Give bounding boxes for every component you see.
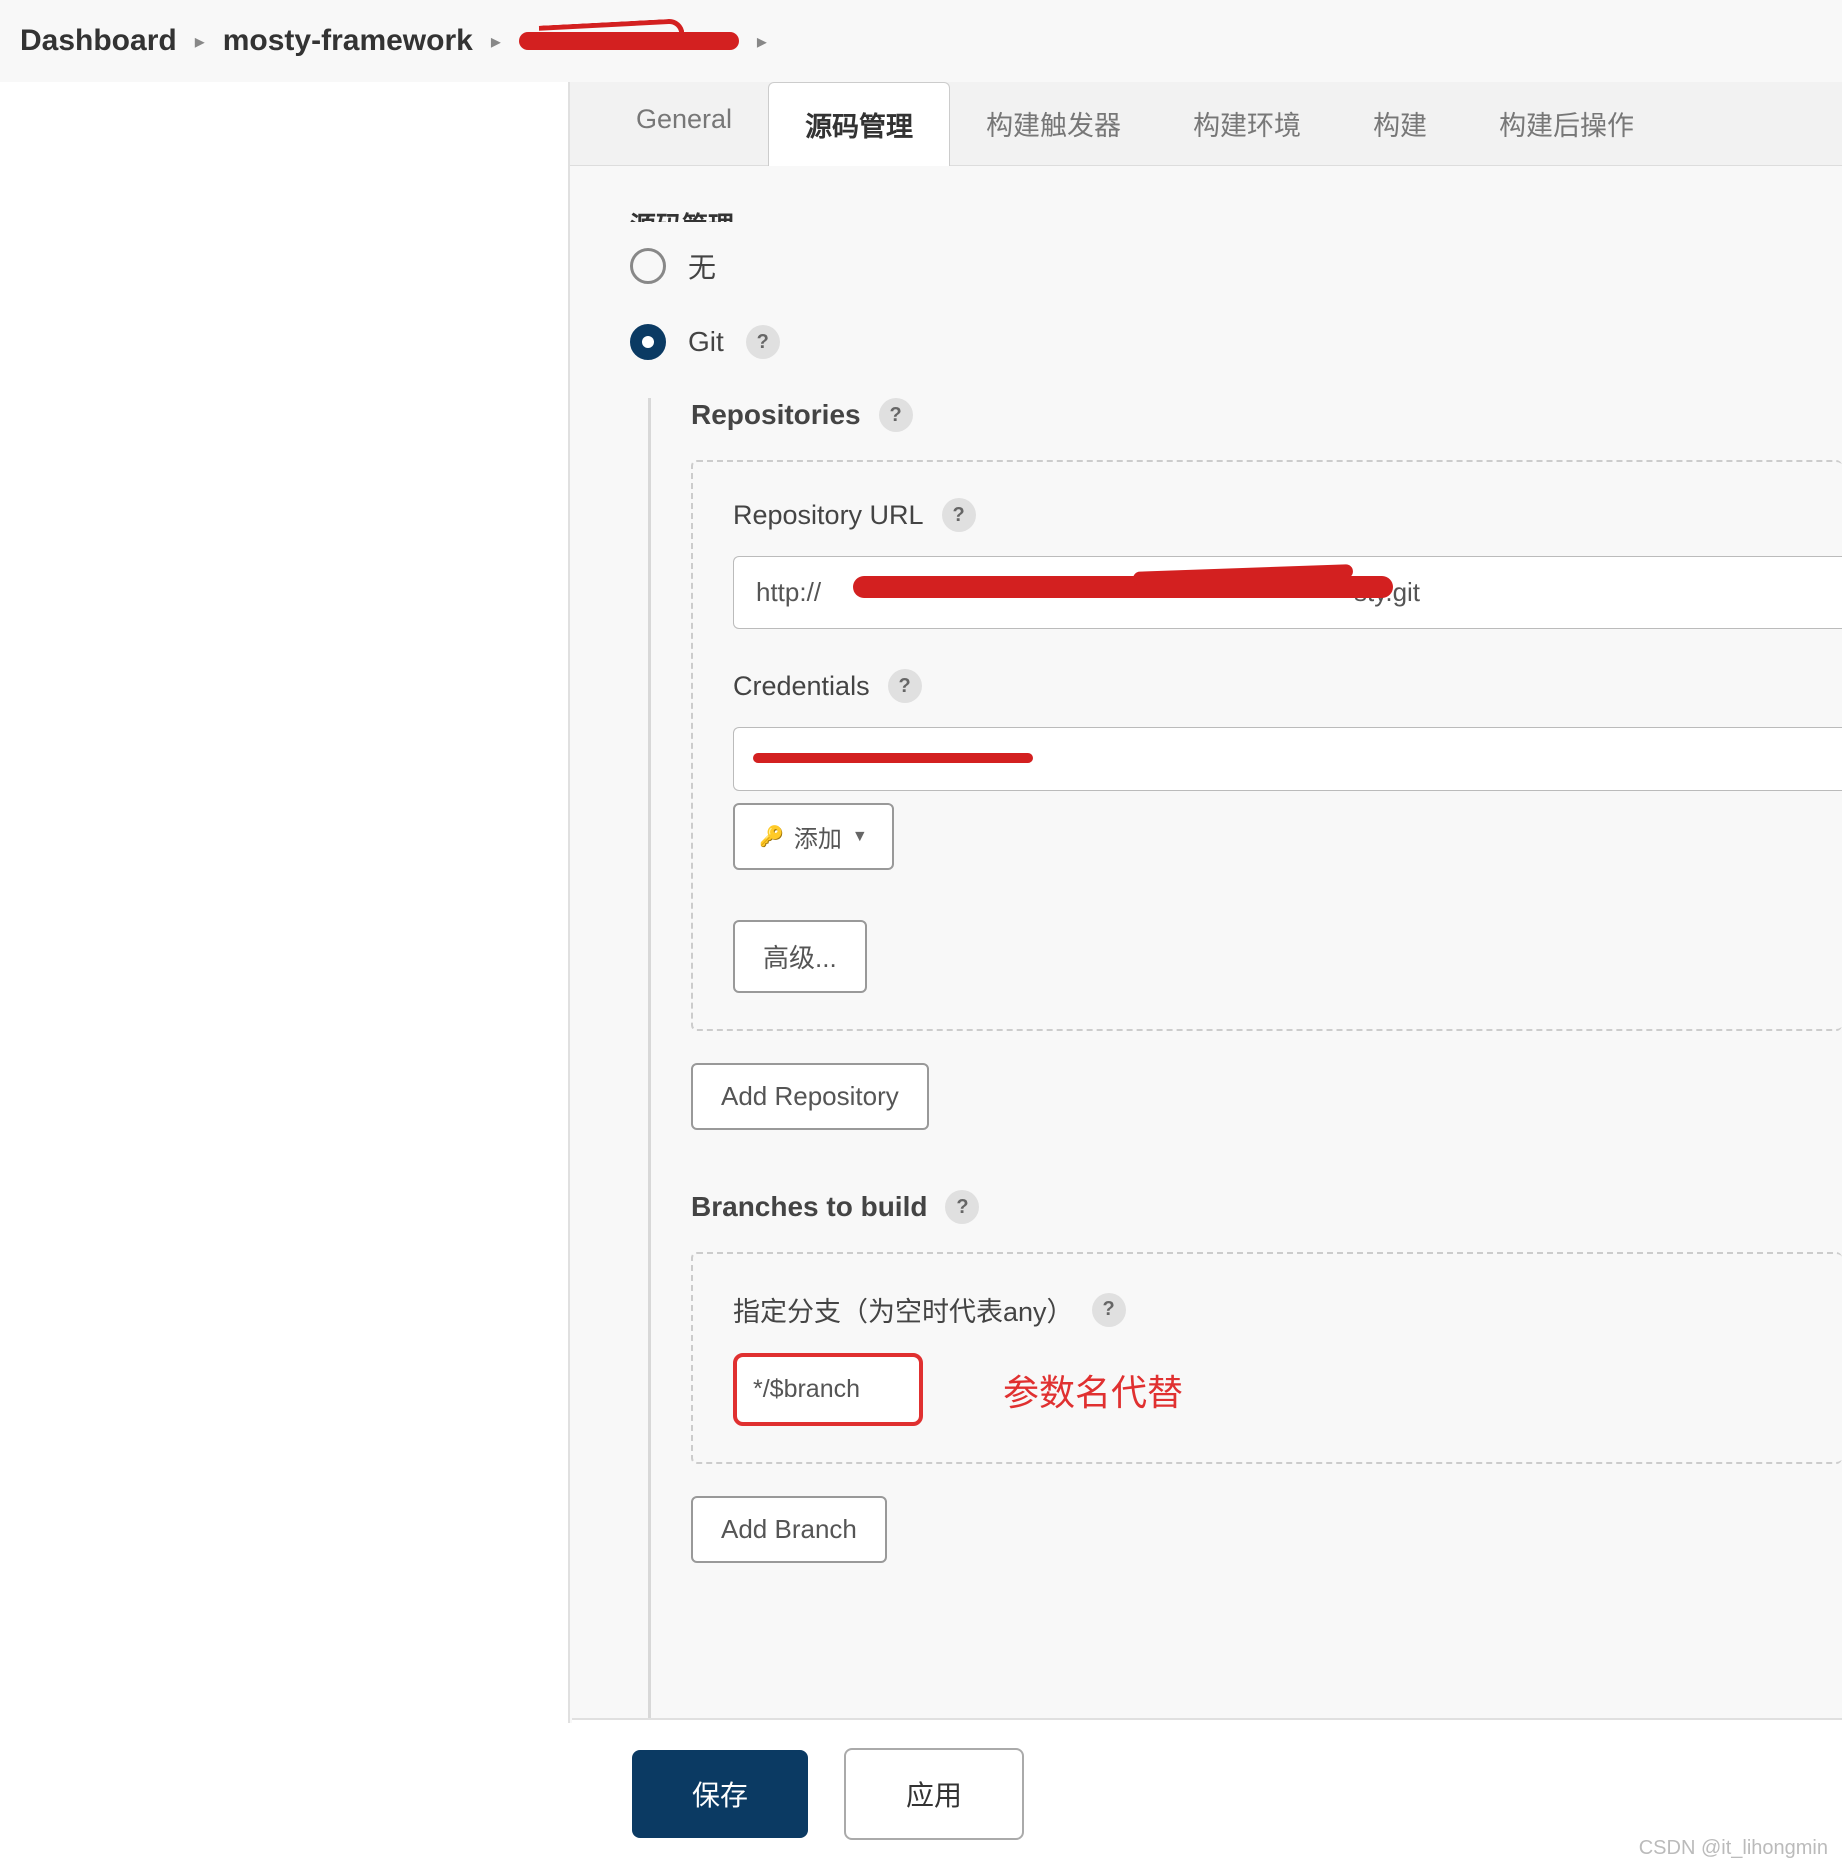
branches-title: Branches to build ? bbox=[691, 1190, 1842, 1224]
save-button[interactable]: 保存 bbox=[632, 1750, 808, 1838]
chevron-right-icon: ▸ bbox=[491, 29, 501, 54]
apply-button[interactable]: 应用 bbox=[844, 1748, 1024, 1840]
tab-general[interactable]: General bbox=[600, 82, 768, 165]
scm-git-label: Git bbox=[688, 326, 724, 358]
breadcrumb: Dashboard ▸ mosty-framework ▸ ▸ bbox=[0, 0, 1842, 82]
sidebar bbox=[0, 82, 570, 1723]
breadcrumb-redacted[interactable] bbox=[519, 26, 739, 56]
chevron-right-icon: ▸ bbox=[757, 29, 767, 54]
redaction-mark bbox=[753, 753, 1033, 763]
annotation-text: 参数名代替 bbox=[1003, 1364, 1183, 1416]
help-icon[interactable]: ? bbox=[1092, 1293, 1126, 1327]
tabs: General 源码管理 构建触发器 构建环境 构建 构建后操作 bbox=[570, 82, 1842, 166]
help-icon[interactable]: ? bbox=[888, 669, 922, 703]
tab-scm[interactable]: 源码管理 bbox=[768, 82, 950, 166]
main-content: General 源码管理 构建触发器 构建环境 构建 构建后操作 源码管理 无 … bbox=[570, 82, 1842, 1723]
section-header-truncated: 源码管理 bbox=[630, 206, 1842, 222]
help-icon[interactable]: ? bbox=[945, 1190, 979, 1224]
help-icon[interactable]: ? bbox=[879, 398, 913, 432]
tab-triggers[interactable]: 构建触发器 bbox=[950, 82, 1157, 165]
caret-down-icon: ▼ bbox=[852, 828, 868, 846]
breadcrumb-dashboard[interactable]: Dashboard bbox=[20, 24, 177, 58]
tab-build[interactable]: 构建 bbox=[1337, 82, 1463, 165]
scm-none-label: 无 bbox=[688, 246, 716, 286]
breadcrumb-project[interactable]: mosty-framework bbox=[223, 24, 473, 58]
help-icon[interactable]: ? bbox=[746, 325, 780, 359]
radio-checked-icon[interactable] bbox=[630, 324, 666, 360]
add-branch-button[interactable]: Add Branch bbox=[691, 1496, 887, 1563]
add-repository-button[interactable]: Add Repository bbox=[691, 1063, 929, 1130]
advanced-button[interactable]: 高级... bbox=[733, 920, 867, 993]
credentials-label: Credentials ? bbox=[733, 669, 1842, 703]
watermark: CSDN @it_lihongmin bbox=[1639, 1837, 1828, 1860]
tab-postbuild[interactable]: 构建后操作 bbox=[1463, 82, 1670, 165]
redaction-mark bbox=[853, 576, 1393, 598]
repository-block: Repository URL ? http://xxxxxxxxxxxxxxxx… bbox=[691, 460, 1842, 1031]
add-credentials-button[interactable]: 🔑 添加 ▼ bbox=[733, 803, 894, 870]
repositories-title: Repositories ? bbox=[691, 398, 1842, 432]
scm-option-git[interactable]: Git ? bbox=[630, 324, 1842, 360]
branch-block: 指定分支（为空时代表any） ? 参数名代替 bbox=[691, 1252, 1842, 1464]
radio-unchecked-icon[interactable] bbox=[630, 248, 666, 284]
chevron-right-icon: ▸ bbox=[195, 29, 205, 54]
branch-label: 指定分支（为空时代表any） ? bbox=[733, 1290, 1842, 1329]
help-icon[interactable]: ? bbox=[942, 498, 976, 532]
key-icon: 🔑 bbox=[759, 824, 784, 849]
tab-environment[interactable]: 构建环境 bbox=[1157, 82, 1337, 165]
branch-specifier-input[interactable] bbox=[733, 1353, 923, 1426]
repo-url-label: Repository URL ? bbox=[733, 498, 1842, 532]
scm-option-none[interactable]: 无 bbox=[630, 246, 1842, 286]
